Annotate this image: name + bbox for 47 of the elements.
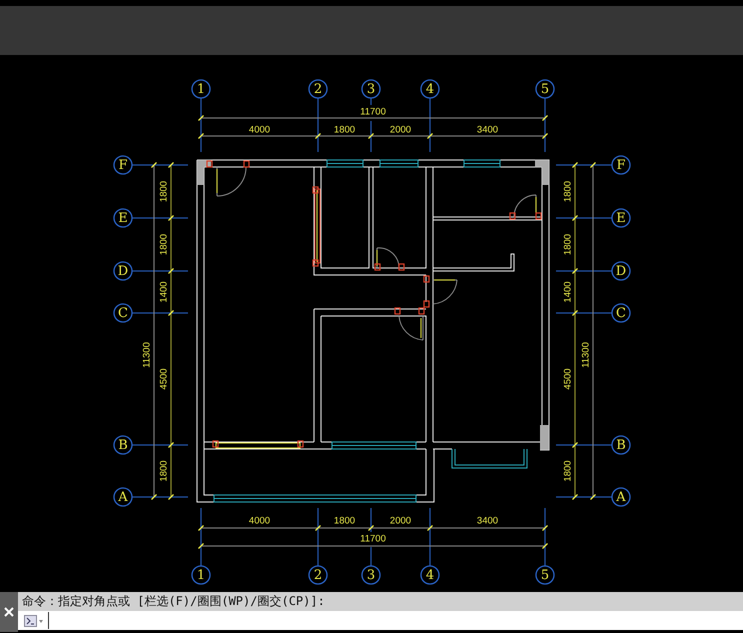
command-prompt-icon[interactable] (24, 614, 44, 628)
dimension-text: 1800 (158, 460, 170, 482)
dimension-text: 1400 (158, 281, 170, 303)
dimension-text: 3400 (476, 516, 498, 526)
dimension-text: 1800 (158, 180, 170, 202)
axis-bubble: A (611, 487, 631, 507)
axis-bubble: 3 (361, 565, 381, 585)
dimension-text: 11700 (360, 534, 386, 544)
axis-bubble: C (113, 303, 133, 323)
dimension-text: 1800 (334, 516, 356, 526)
axis-bubble: A (113, 487, 133, 507)
dimension-text: 1800 (158, 234, 170, 256)
close-button[interactable] (2, 605, 16, 619)
axis-bubble: F (113, 155, 133, 175)
axis-bubble: 2 (308, 565, 328, 585)
axis-bubble: E (113, 208, 133, 228)
dimension-text: 1800 (562, 460, 574, 482)
dimension-text: 1800 (334, 124, 356, 136)
dimension-text: 2000 (390, 124, 412, 136)
dimension-text: 4500 (562, 368, 574, 390)
axis-bubble: 2 (308, 79, 328, 99)
command-prompt-text: 命令：指定对角点或 [栏选(F)/圈围(WP)/圈交(CP)]: (22, 593, 325, 610)
axis-bubble: B (611, 435, 631, 455)
dimension-text: 1800 (562, 234, 574, 256)
dimension-text: 3400 (476, 124, 498, 136)
dimension-text: 11300 (142, 342, 152, 368)
axis-bubble: 5 (535, 565, 555, 585)
axis-bubble: D (113, 261, 133, 281)
axis-bubble: 1 (191, 79, 211, 99)
axis-bubble: C (611, 303, 631, 323)
axis-bubble: 4 (420, 79, 440, 99)
axis-bubble: D (611, 261, 631, 281)
axis-bubble: 3 (361, 79, 381, 99)
dimension-text: 4000 (248, 124, 270, 136)
dimension-text: 11300 (580, 342, 592, 368)
dimension-text: 1800 (562, 180, 574, 202)
axis-bubble: E (611, 208, 631, 228)
axis-bubble: B (113, 435, 133, 455)
dimension-text: 4500 (158, 368, 170, 390)
axis-bubble: 5 (535, 79, 555, 99)
dimension-text: 11700 (360, 106, 386, 118)
dimension-text: 2000 (390, 516, 412, 526)
axis-bubble: 1 (191, 565, 211, 585)
axis-bubble: 4 (420, 565, 440, 585)
dimension-text: 4000 (248, 516, 270, 526)
axis-bubble: F (611, 155, 631, 175)
dimension-text: 1400 (562, 281, 574, 303)
